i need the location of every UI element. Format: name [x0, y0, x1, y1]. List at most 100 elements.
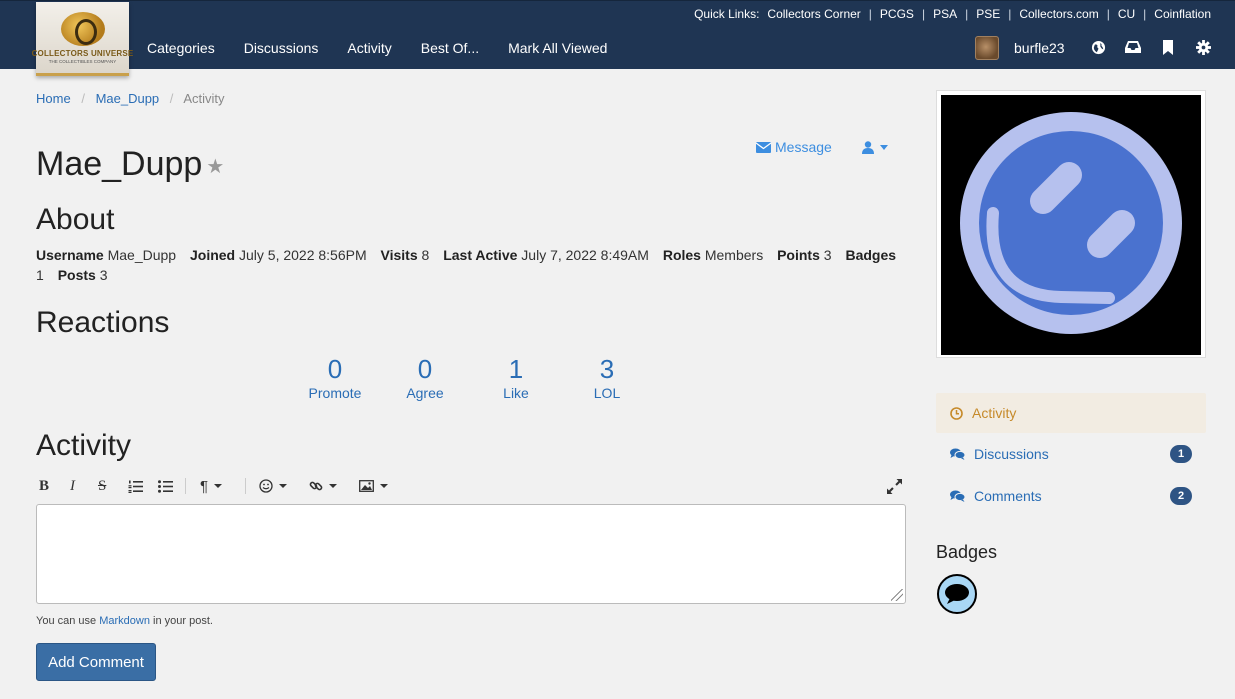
about-label-points: Points: [777, 247, 820, 263]
profile-actions: Message: [756, 139, 888, 155]
bullet-list-icon: [158, 479, 173, 493]
smiley-avatar-icon: [960, 112, 1182, 334]
comments-icon: [950, 490, 965, 502]
about-value-roles: Members: [704, 247, 764, 263]
nav-discussions[interactable]: Discussions: [244, 40, 319, 56]
speech-bubble-badge-icon[interactable]: [937, 574, 977, 614]
nav-mark-all-viewed[interactable]: Mark All Viewed: [508, 40, 607, 56]
logo-mark-icon: [60, 11, 105, 46]
envelope-icon: [756, 141, 771, 153]
fullscreen-button[interactable]: [887, 476, 902, 496]
message-label: Message: [775, 139, 832, 155]
expand-icon: [887, 478, 902, 494]
breadcrumb-current: Activity: [183, 91, 225, 106]
bold-button[interactable]: B: [39, 476, 49, 496]
ordered-list-button[interactable]: [128, 476, 143, 496]
comment-textarea[interactable]: [36, 504, 906, 604]
reaction-count: 0: [327, 354, 343, 384]
reactions-heading: Reactions: [36, 306, 170, 339]
quick-link-pse[interactable]: PSE: [976, 7, 1000, 21]
reaction-count: 0: [417, 354, 433, 384]
user-name[interactable]: burfle23: [1014, 40, 1065, 56]
user-menu[interactable]: burfle23: [975, 36, 1065, 60]
about-label-visits: Visits: [380, 247, 418, 263]
breadcrumb-home[interactable]: Home: [36, 91, 71, 106]
link-icon: [309, 481, 323, 491]
reaction-like[interactable]: 1 Like: [471, 354, 561, 402]
side-nav-label: Discussions: [974, 446, 1049, 462]
nav-activity[interactable]: Activity: [347, 40, 391, 56]
about-label-username: Username: [36, 247, 104, 263]
about-value-username: Mae_Dupp: [107, 247, 177, 263]
about-label-badges: Badges: [845, 247, 897, 263]
reaction-agree[interactable]: 0 Agree: [380, 354, 470, 402]
quick-link-psa[interactable]: PSA: [933, 7, 957, 21]
emoji-dropdown[interactable]: [259, 476, 287, 496]
about-heading: About: [36, 203, 115, 236]
star-icon[interactable]: ★: [206, 156, 224, 178]
speech-bubble-icon: [945, 584, 969, 604]
italic-button[interactable]: I: [70, 476, 75, 496]
reaction-count: 3: [599, 354, 615, 384]
nav-best-of[interactable]: Best Of...: [421, 40, 479, 56]
quick-link-pcgs[interactable]: PCGS: [880, 7, 914, 21]
about-label-posts: Posts: [57, 267, 96, 283]
main-nav: Categories Discussions Activity Best Of.…: [147, 40, 636, 56]
message-button[interactable]: Message: [756, 139, 832, 155]
side-nav-discussions[interactable]: Discussions 1: [936, 433, 1206, 475]
comments-count-badge: 2: [1170, 487, 1192, 505]
resize-handle[interactable]: [891, 589, 903, 601]
gear-icon[interactable]: [1195, 40, 1211, 56]
about-label-joined: Joined: [189, 247, 236, 263]
about-value-visits: 8: [421, 247, 430, 263]
about-value-points: 3: [823, 247, 832, 263]
bookmark-icon[interactable]: [1160, 40, 1176, 56]
clock-icon: [950, 406, 963, 420]
about-value-last-active: July 7, 2022 8:49AM: [521, 247, 649, 263]
site-logo[interactable]: COLLECTORS UNIVERSE THE COLLECTIBLES COM…: [32, 2, 133, 76]
add-comment-button[interactable]: Add Comment: [36, 643, 156, 681]
about-label-last-active: Last Active: [443, 247, 518, 263]
side-nav-comments[interactable]: Comments 2: [936, 475, 1206, 517]
editor-toolbar: B I S ¶: [36, 476, 906, 498]
quick-link-collectors-corner[interactable]: Collectors Corner: [767, 7, 860, 21]
markdown-link[interactable]: Markdown: [99, 615, 150, 627]
link-dropdown[interactable]: [309, 476, 337, 496]
smiley-icon: [259, 479, 273, 493]
reaction-lol[interactable]: 3 LOL: [562, 354, 652, 402]
badges-heading: Badges: [936, 542, 998, 562]
paragraph-icon: ¶: [200, 477, 209, 495]
strikethrough-button[interactable]: S: [98, 476, 106, 496]
profile-side-nav: Activity Discussions 1 Comments 2: [936, 393, 1206, 517]
bullet-list-button[interactable]: [158, 476, 173, 496]
profile-name: Mae_Dupp ★: [36, 145, 224, 184]
quick-link-cu[interactable]: CU: [1118, 7, 1135, 21]
paragraph-format-dropdown[interactable]: ¶: [200, 476, 223, 496]
breadcrumb: Home / Mae_Dupp / Activity: [36, 91, 225, 106]
quick-link-collectors-com[interactable]: Collectors.com: [1019, 7, 1098, 21]
side-nav-activity[interactable]: Activity: [936, 393, 1206, 433]
logo-title: COLLECTORS UNIVERSE: [31, 48, 134, 58]
markdown-hint: You can use Markdown in your post.: [36, 615, 213, 627]
quick-link-coinflation[interactable]: Coinflation: [1154, 7, 1211, 21]
discussions-count-badge: 1: [1170, 445, 1192, 463]
user-options-dropdown[interactable]: [861, 140, 888, 154]
about-value-posts: 3: [99, 267, 108, 283]
user-icon: [861, 140, 874, 154]
reaction-label: LOL: [593, 385, 621, 401]
globe-icon[interactable]: [1090, 40, 1106, 56]
comments-icon: [950, 448, 965, 460]
profile-photo: [936, 90, 1206, 358]
reaction-label: Promote: [308, 385, 362, 401]
reaction-promote[interactable]: 0 Promote: [290, 354, 380, 402]
image-dropdown[interactable]: [359, 476, 388, 496]
user-avatar[interactable]: [975, 36, 999, 60]
inbox-icon[interactable]: [1125, 40, 1141, 56]
quick-links: Quick Links: Collectors Corner | PCGS | …: [694, 7, 1211, 21]
side-nav-label: Activity: [972, 405, 1017, 421]
breadcrumb-profile[interactable]: Mae_Dupp: [96, 91, 160, 106]
activity-heading: Activity: [36, 429, 132, 462]
quick-links-label: Quick Links:: [694, 7, 760, 21]
nav-categories[interactable]: Categories: [147, 40, 215, 56]
about-label-roles: Roles: [662, 247, 701, 263]
